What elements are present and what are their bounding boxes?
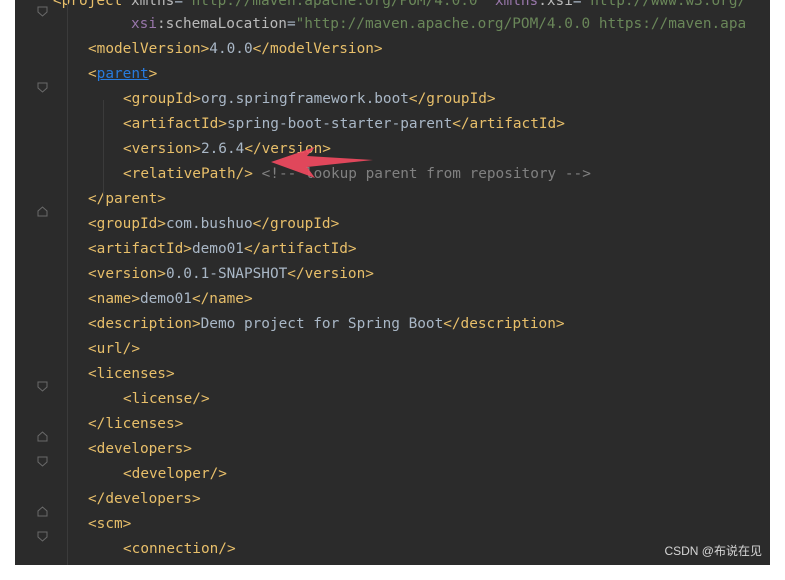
- code-token: </description>: [443, 316, 565, 332]
- code-line[interactable]: <developer/>: [123, 462, 227, 487]
- code-line[interactable]: <artifactId>spring-boot-starter-parent</…: [123, 112, 565, 137]
- fold-marker-icon[interactable]: [37, 206, 48, 217]
- code-line[interactable]: <connection/>: [123, 537, 236, 562]
- code-token: <scm>: [88, 516, 132, 532]
- code-line[interactable]: <modelVersion>4.0.0</modelVersion>: [88, 37, 383, 62]
- code-line[interactable]: </licenses>: [88, 412, 183, 437]
- code-line[interactable]: <developers>: [88, 437, 192, 462]
- code-token: <name>: [88, 291, 140, 307]
- code-line[interactable]: <groupId>com.bushuo</groupId>: [88, 212, 339, 237]
- fold-marker-icon[interactable]: [37, 6, 48, 17]
- fold-marker-icon[interactable]: [37, 431, 48, 442]
- code-token: com.bushuo: [165, 216, 253, 232]
- code-line[interactable]: </developers>: [88, 487, 201, 512]
- code-token: </artifactId>: [243, 241, 357, 257]
- code-token: <developers>: [88, 441, 192, 457]
- code-line[interactable]: <licenses>: [88, 362, 175, 387]
- code-token: <: [88, 66, 97, 82]
- code-line[interactable]: <groupId>org.springframework.boot</group…: [123, 87, 496, 112]
- code-token: </name>: [191, 291, 253, 307]
- code-token: <modelVersion>: [88, 41, 210, 57]
- code-token: </groupId>: [408, 91, 496, 107]
- code-token: <artifactId>: [123, 116, 227, 132]
- fold-marker-icon[interactable]: [37, 82, 48, 93]
- code-token: </version>: [244, 141, 331, 157]
- indent-guide: [67, 0, 68, 565]
- code-token: <groupId>: [123, 91, 201, 107]
- code-token: </parent>: [88, 191, 166, 207]
- code-token: =: [572, 0, 582, 9]
- code-token: <license/>: [123, 391, 210, 407]
- code-token: xmlns: [130, 0, 175, 9]
- watermark: CSDN @布说在见: [664, 544, 762, 558]
- indent-guide: [103, 100, 104, 200]
- code-token: :schemaLocation: [157, 16, 287, 32]
- code-token: </version>: [287, 266, 374, 282]
- code-token: Demo project for Spring Boot: [200, 316, 444, 332]
- code-token: <version>: [88, 266, 166, 282]
- code-token: </licenses>: [88, 416, 184, 432]
- fold-marker-icon[interactable]: [37, 531, 48, 542]
- code-line[interactable]: xsi:schemaLocation="http://maven.apache.…: [131, 12, 746, 37]
- code-token: 4.0.0: [209, 41, 253, 57]
- fold-marker-icon[interactable]: [37, 506, 48, 517]
- code-token: <connection/>: [123, 541, 236, 557]
- code-line[interactable]: <description>Demo project for Spring Boo…: [88, 312, 565, 337]
- code-token: <developer/>: [123, 466, 227, 482]
- code-line[interactable]: </parent>: [88, 187, 166, 212]
- code-token: <version>: [123, 141, 201, 157]
- code-token: 2.6.4: [200, 141, 245, 157]
- code-token: "http://maven.apache.org/POM/4.0.0": [182, 0, 495, 9]
- code-token: <url/>: [88, 341, 140, 357]
- code-line[interactable]: <scm>: [88, 512, 131, 537]
- code-token: </groupId>: [252, 216, 340, 232]
- code-line[interactable]: <parent>: [88, 62, 157, 87]
- code-token: =: [286, 16, 296, 32]
- code-token: <relativePath/>: [123, 166, 253, 182]
- code-line[interactable]: <version>0.0.1-SNAPSHOT</version>: [88, 262, 374, 287]
- code-token: </developers>: [88, 491, 201, 507]
- code-token: "http://www.w3.org/": [581, 0, 755, 9]
- code-token: =: [174, 0, 183, 9]
- code-token: <!-- lookup parent from repository -->: [252, 166, 591, 182]
- code-token: </artifactId>: [452, 116, 565, 132]
- code-token: demo01: [191, 241, 244, 257]
- code-token: spring-boot-starter-parent: [226, 116, 453, 132]
- code-token: </modelVersion>: [252, 41, 383, 57]
- code-line[interactable]: <version>2.6.4</version>: [123, 137, 331, 162]
- fold-marker-icon[interactable]: [37, 381, 48, 392]
- fold-marker-icon[interactable]: [37, 456, 48, 467]
- code-token: xmlns: [494, 0, 539, 9]
- code-token: <groupId>: [88, 216, 166, 232]
- code-token: :xsi: [538, 0, 573, 9]
- code-line[interactable]: <relativePath/> <!-- lookup parent from …: [123, 162, 591, 187]
- code-token: <description>: [88, 316, 201, 332]
- code-token: <project: [53, 0, 131, 9]
- parent-tag-link[interactable]: parent: [97, 66, 149, 82]
- code-editor-window: <project xmlns="http://maven.apache.org/…: [15, 0, 770, 565]
- code-token: xsi: [131, 16, 157, 32]
- code-token: <licenses>: [88, 366, 175, 382]
- code-line[interactable]: <artifactId>demo01</artifactId>: [88, 237, 357, 262]
- code-token: org.springframework.boot: [200, 91, 409, 107]
- code-editor[interactable]: <project xmlns="http://maven.apache.org/…: [15, 0, 770, 565]
- code-token: >: [148, 66, 158, 82]
- code-token: 0.0.1-SNAPSHOT: [165, 266, 288, 282]
- code-token: "http://maven.apache.org/POM/4.0.0 https…: [295, 16, 747, 32]
- code-token: demo01: [139, 291, 192, 307]
- code-line[interactable]: <url/>: [88, 337, 140, 362]
- code-line[interactable]: <name>demo01</name>: [88, 287, 253, 312]
- code-line[interactable]: <license/>: [123, 387, 210, 412]
- code-token: <artifactId>: [88, 241, 192, 257]
